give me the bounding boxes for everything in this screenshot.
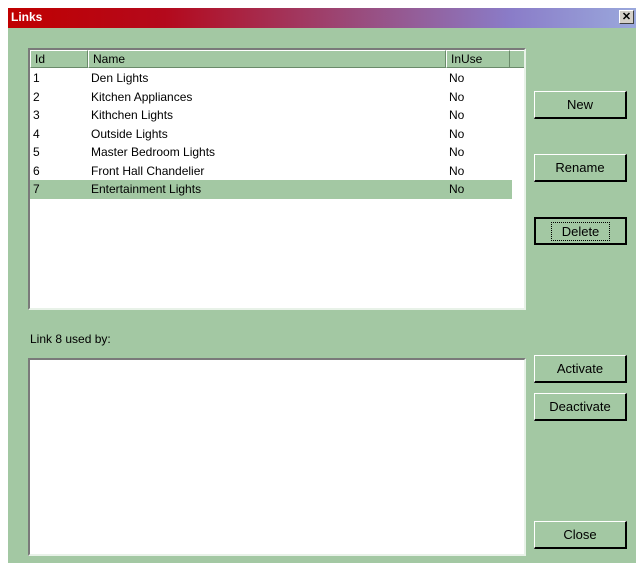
used-by-label: Link 8 used by: — [30, 332, 111, 346]
table-row[interactable]: 1 Den Lights No — [30, 69, 524, 88]
delete-button-label: Delete — [550, 221, 611, 241]
table-row[interactable]: 2 Kitchen Appliances No — [30, 88, 524, 107]
cell-id: 6 — [33, 163, 40, 178]
cell-name: Den Lights — [91, 71, 149, 85]
cell-inuse: No — [449, 163, 465, 178]
cell-name: Kithchen Lights — [91, 108, 174, 122]
window-title: Links — [11, 10, 43, 24]
table-row[interactable]: 3 Kithchen Lights No — [30, 106, 524, 125]
list-header: Id Name InUse — [30, 50, 524, 68]
links-list[interactable]: Id Name InUse 1 Den Lights No 2 Kitchen Appl… — [28, 48, 526, 310]
cell-inuse: No — [449, 182, 465, 196]
column-header-id[interactable]: Id — [30, 50, 88, 68]
cell-name: Front Hall Chandelier — [91, 163, 205, 178]
table-row[interactable]: 7 Entertainment Lights No — [30, 180, 512, 199]
links-dialog: Links ✕ Id Name InUse 1 Den Lights No 2 Kitc… — [8, 8, 636, 563]
column-header-name[interactable]: Name — [88, 50, 446, 68]
list-rows: 1 Den Lights No 2 Kitchen Appliances No 3 Kithc… — [30, 69, 524, 199]
cell-id: 4 — [33, 126, 40, 141]
activate-button[interactable]: Activate — [534, 355, 627, 383]
delete-button[interactable]: Delete — [534, 217, 627, 245]
deactivate-button[interactable]: Deactivate — [534, 393, 627, 421]
cell-inuse: No — [449, 71, 465, 85]
cell-id: 2 — [33, 89, 40, 104]
cell-inuse: No — [449, 108, 465, 122]
cell-inuse: No — [449, 126, 465, 141]
cell-inuse: No — [449, 145, 465, 159]
table-row[interactable]: 4 Outside Lights No — [30, 125, 524, 144]
cell-id: 3 — [33, 108, 40, 122]
column-header-inuse[interactable]: InUse — [446, 50, 510, 68]
cell-id: 1 — [33, 71, 40, 85]
table-row[interactable]: 5 Master Bedroom Lights No — [30, 143, 524, 162]
cell-name: Kitchen Appliances — [91, 89, 193, 104]
rename-button[interactable]: Rename — [534, 154, 627, 182]
cell-name: Entertainment Lights — [91, 182, 202, 196]
used-by-list[interactable] — [28, 358, 526, 556]
cell-name: Outside Lights — [91, 126, 168, 141]
title-bar[interactable]: Links ✕ — [8, 8, 636, 28]
table-row[interactable]: 6 Front Hall Chandelier No — [30, 162, 524, 181]
cell-name: Master Bedroom Lights — [91, 145, 216, 159]
close-icon[interactable]: ✕ — [619, 10, 634, 24]
cell-id: 5 — [33, 145, 40, 159]
cell-inuse: No — [449, 89, 465, 104]
cell-id: 7 — [33, 182, 40, 196]
new-button[interactable]: New — [534, 91, 627, 119]
column-header-filler — [510, 50, 524, 68]
close-button[interactable]: Close — [534, 521, 627, 549]
